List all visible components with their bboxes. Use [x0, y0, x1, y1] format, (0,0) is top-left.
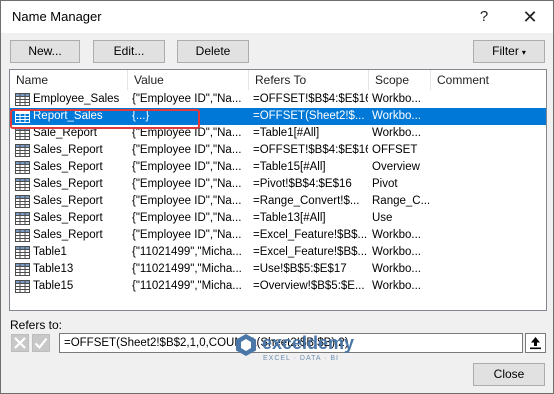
- edit-button[interactable]: Edit...: [93, 40, 165, 63]
- table-name-icon: [15, 195, 30, 208]
- highlight-box: [10, 109, 200, 129]
- row-refers-to: =Overview!$B$5:$E...: [253, 280, 365, 292]
- row-name: Sales_Report: [33, 144, 103, 156]
- table-row[interactable]: Sales_Report {"Employee ID","Na... =Excel_…: [10, 227, 546, 244]
- row-refers-to: =OFFSET(Sheet2!$...: [253, 110, 365, 122]
- cancel-edit-button[interactable]: [11, 334, 29, 352]
- table-row[interactable]: Sales_Report {"Employee ID","Na... =Table1…: [10, 210, 546, 227]
- table-row[interactable]: Table15 {"11021499","Micha... =Overview!$B…: [10, 278, 546, 295]
- row-refers-to: =Excel_Feature!$B$...: [253, 246, 368, 258]
- row-scope: OFFSET: [372, 144, 418, 156]
- exceldemy-logo-icon: [236, 334, 256, 356]
- row-name: Sales_Report: [33, 212, 103, 224]
- column-header-comment[interactable]: Comment: [431, 70, 546, 90]
- list-header: Name Value Refers To Scope Comment: [10, 70, 546, 90]
- row-value: {"11021499","Micha...: [132, 263, 242, 275]
- row-refers-to: =Use!$B$5:$E$17: [253, 263, 347, 275]
- table-row[interactable]: Employee_Sales {"Employee ID","Na... =OFFS…: [10, 91, 546, 108]
- row-refers-to: =Table1[#All]: [253, 127, 320, 139]
- window-title: Name Manager: [12, 9, 102, 24]
- collapse-arrow-icon: [530, 337, 541, 350]
- row-scope: Workbo...: [372, 110, 421, 122]
- row-name: Table1: [33, 246, 67, 258]
- help-button[interactable]: ?: [461, 1, 507, 33]
- row-scope: Workbo...: [372, 229, 421, 241]
- confirm-edit-button[interactable]: [32, 334, 50, 352]
- watermark-tagline: EXCEL · DATA · BI: [263, 355, 339, 362]
- table-row[interactable]: Sales_Report {"Employee ID","Na... =Pivot!…: [10, 176, 546, 193]
- filter-label: Filter: [492, 44, 519, 58]
- title-bar: Name Manager ? ✕: [1, 1, 553, 33]
- row-refers-to: =Pivot!$B$4:$E$16: [253, 178, 352, 190]
- table-name-icon: [15, 212, 30, 225]
- row-value: {"Employee ID","Na...: [132, 161, 242, 173]
- row-scope: Use: [372, 212, 393, 224]
- refers-to-label: Refers to:: [10, 318, 63, 332]
- row-refers-to: =Range_Convert!$...: [253, 195, 360, 207]
- table-row[interactable]: Sales_Report {"Employee ID","Na... =Table1…: [10, 159, 546, 176]
- table-row[interactable]: Table13 {"11021499","Micha... =Use!$B$5:$E…: [10, 261, 546, 278]
- table-name-icon: [15, 229, 30, 242]
- table-row[interactable]: Sales_Report {"Employee ID","Na... =Range_…: [10, 193, 546, 210]
- row-scope: Workbo...: [372, 246, 421, 258]
- table-name-icon: [15, 263, 30, 276]
- row-refers-to: =OFFSET!$B$4:$E$16: [253, 144, 368, 156]
- row-name: Sales_Report: [33, 178, 103, 190]
- row-scope: Workbo...: [372, 127, 421, 139]
- table-name-icon: [15, 144, 30, 157]
- row-value: {"Employee ID","Na...: [132, 195, 242, 207]
- row-value: {"11021499","Micha...: [132, 280, 242, 292]
- column-header-scope[interactable]: Scope: [369, 70, 431, 90]
- row-value: {"Employee ID","Na...: [132, 178, 242, 190]
- row-name: Table15: [33, 280, 74, 292]
- row-name: Table13: [33, 263, 74, 275]
- checkmark-icon: [34, 337, 48, 350]
- table-name-icon: [15, 280, 30, 293]
- watermark-name: exceldemy: [262, 333, 355, 353]
- name-manager-dialog: Name Manager ? ✕ New... Edit... Delete F…: [0, 0, 554, 394]
- row-value: {"11021499","Micha...: [132, 246, 242, 258]
- row-scope: Range_C...: [372, 195, 429, 207]
- row-name: Sales_Report: [33, 229, 103, 241]
- row-value: {"Employee ID","Na...: [132, 93, 242, 105]
- row-scope: Pivot: [372, 178, 398, 190]
- table-name-icon: [15, 161, 30, 174]
- row-name: Employee_Sales: [33, 93, 120, 105]
- row-scope: Workbo...: [372, 263, 421, 275]
- row-refers-to: =Excel_Feature!$B$...: [253, 229, 368, 241]
- collapse-dialog-button[interactable]: [525, 333, 546, 353]
- close-button[interactable]: Close: [473, 363, 545, 386]
- row-refers-to: =Table13[#All]: [253, 212, 326, 224]
- row-value: {"Employee ID","Na...: [132, 212, 242, 224]
- row-scope: Workbo...: [372, 280, 421, 292]
- table-name-icon: [15, 178, 30, 191]
- row-name: Sales_Report: [33, 195, 103, 207]
- delete-button[interactable]: Delete: [177, 40, 249, 63]
- row-value: {"Employee ID","Na...: [132, 229, 242, 241]
- column-header-value[interactable]: Value: [128, 70, 249, 90]
- close-window-button[interactable]: ✕: [507, 1, 553, 33]
- chevron-down-icon: ▾: [521, 48, 526, 57]
- table-row[interactable]: Table1 {"11021499","Micha... =Excel_Featur…: [10, 244, 546, 261]
- filter-button[interactable]: Filter ▾: [473, 40, 545, 63]
- row-refers-to: =OFFSET!$B$4:$E$16: [253, 93, 368, 105]
- names-list[interactable]: Name Value Refers To Scope Comment Emplo…: [9, 69, 547, 311]
- table-row[interactable]: Sales_Report {"Employee ID","Na... =OFFSET…: [10, 142, 546, 159]
- new-button[interactable]: New...: [10, 40, 80, 63]
- table-name-icon: [15, 246, 30, 259]
- cross-icon: [14, 337, 26, 349]
- column-header-name[interactable]: Name: [10, 70, 128, 90]
- row-scope: Overview: [372, 161, 420, 173]
- row-name: Sales_Report: [33, 161, 103, 173]
- table-name-icon: [15, 93, 30, 106]
- row-refers-to: =Table15[#All]: [253, 161, 326, 173]
- row-value: {"Employee ID","Na...: [132, 144, 242, 156]
- column-header-refers-to[interactable]: Refers To: [249, 70, 369, 90]
- row-scope: Workbo...: [372, 93, 421, 105]
